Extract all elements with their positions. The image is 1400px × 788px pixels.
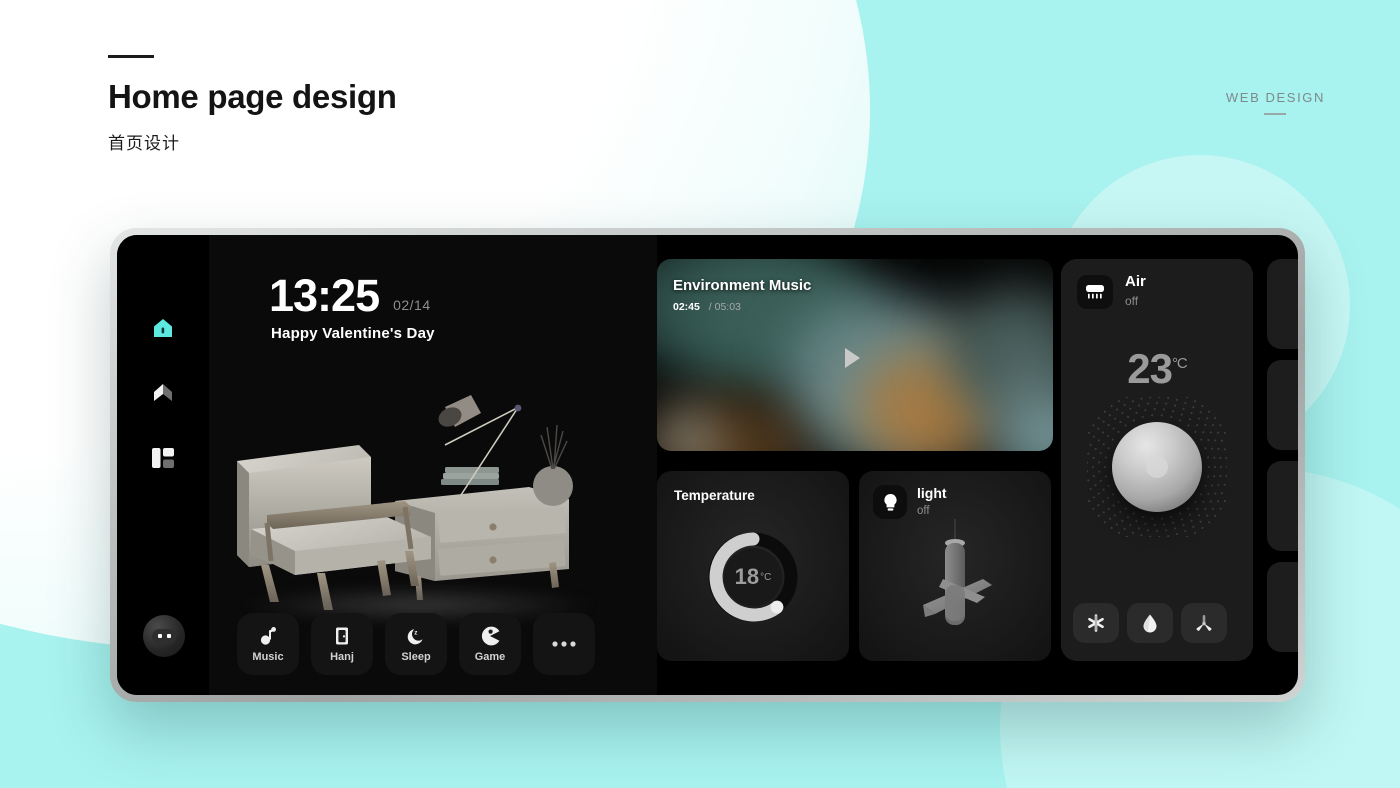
- air-mode-fan[interactable]: [1181, 603, 1227, 643]
- sidebar-nav: [117, 295, 209, 490]
- light-card[interactable]: light off: [859, 471, 1051, 661]
- dock-label: Hanj: [330, 650, 354, 663]
- greeting-text: Happy Valentine's Day: [271, 325, 435, 342]
- peek-card[interactable]: [1267, 461, 1298, 551]
- air-name: Air: [1125, 273, 1146, 290]
- dock-label: Game: [474, 650, 506, 663]
- air-knob-center: [1146, 456, 1168, 478]
- air-mode-dehumidify[interactable]: [1127, 603, 1173, 643]
- dock-item-more[interactable]: [533, 613, 595, 675]
- fan-icon: [1196, 615, 1212, 631]
- corner-label: WEB DESIGN: [1226, 90, 1325, 115]
- assistant-avatar-icon: [152, 628, 176, 644]
- tablet-device-frame: 13:25 02/14 Happy Valentine's Day Music …: [110, 228, 1305, 702]
- main-content: 13:25 02/14 Happy Valentine's Day Music …: [209, 235, 1298, 695]
- air-temperature-unit: °C: [1171, 355, 1188, 372]
- dock-label: Music: [252, 650, 284, 663]
- air-knob[interactable]: [1112, 422, 1202, 512]
- clock-row: 13:25 02/14: [269, 273, 431, 318]
- corner-label-dash: [1264, 113, 1287, 115]
- peek-card[interactable]: [1267, 562, 1298, 652]
- temperature-unit: °C: [760, 571, 772, 583]
- music-time: 02:45 / 05:03: [673, 301, 741, 313]
- room-scene-illustration: [209, 383, 657, 643]
- lower-cards-row: Temperature 18 °C light off: [657, 471, 1051, 661]
- page-header: Home page design 首页设计: [108, 55, 397, 154]
- temperature-value: 18: [734, 564, 760, 589]
- home-icon: [154, 318, 172, 337]
- temperature-dial[interactable]: 18 °C: [703, 527, 803, 627]
- peek-card[interactable]: [1267, 259, 1298, 349]
- light-icon-tile: [873, 485, 907, 519]
- air-mode-buttons: [1073, 603, 1227, 643]
- sidebar: [117, 235, 209, 695]
- assistant-eye-left: [157, 634, 162, 638]
- assistant-eye-right: [166, 634, 171, 638]
- more-dots-icon: [552, 641, 576, 647]
- music-note-icon: [260, 626, 276, 645]
- door-icon: [336, 627, 348, 644]
- sidebar-item-map[interactable]: [117, 360, 209, 425]
- air-knob-control[interactable]: [1087, 397, 1227, 537]
- dock-item-music[interactable]: Music: [237, 613, 299, 675]
- sidebar-item-dashboard[interactable]: [117, 425, 209, 490]
- snowflake-icon: [1088, 614, 1104, 632]
- page-title: Home page design: [108, 78, 397, 115]
- air-conditioner-card[interactable]: Air off 23°C: [1061, 259, 1253, 661]
- svg-text:z: z: [414, 629, 417, 636]
- map-icon: [154, 383, 172, 401]
- game-pacman-icon: [481, 626, 500, 645]
- air-temperature-wrap: 23°C: [1061, 345, 1253, 393]
- play-icon[interactable]: [845, 348, 860, 368]
- sidebar-item-home[interactable]: [117, 295, 209, 360]
- music-current-time: 02:45: [673, 301, 700, 313]
- music-section: Environment Music 02:45 / 05:03: [657, 259, 1053, 451]
- air-icon-tile: [1077, 275, 1113, 309]
- air-mode-cool[interactable]: [1073, 603, 1119, 643]
- moon-sleep-icon: z: [407, 628, 423, 644]
- temperature-value-wrap: 18 °C: [703, 527, 803, 627]
- app-dock: Music Hanj z Sleep Game: [237, 613, 595, 675]
- header-rule: [108, 55, 154, 58]
- dock-label: Sleep: [401, 650, 431, 663]
- dashboard-grid-icon: [152, 447, 174, 468]
- corner-label-text: WEB DESIGN: [1225, 90, 1325, 105]
- air-state: off: [1125, 294, 1139, 308]
- music-title: Environment Music: [673, 277, 812, 294]
- music-total-time: / 05:03: [708, 301, 741, 313]
- dock-item-hanj[interactable]: Hanj: [311, 613, 373, 675]
- hero-panel: 13:25 02/14 Happy Valentine's Day Music …: [209, 235, 657, 695]
- air-temperature-value: 23: [1127, 345, 1173, 392]
- light-state: off: [917, 505, 930, 517]
- clock-time: 13:25: [269, 270, 380, 321]
- dock-item-game[interactable]: Game: [459, 613, 521, 675]
- page-subtitle: 首页设计: [108, 133, 180, 153]
- environment-music-card[interactable]: Environment Music 02:45 / 05:03: [657, 259, 1053, 451]
- pendant-lamp-render: [923, 519, 992, 625]
- lightbulb-icon: [883, 493, 897, 511]
- light-name: light: [917, 485, 947, 501]
- clock-date: 02/14: [393, 297, 431, 313]
- device-screen: 13:25 02/14 Happy Valentine's Day Music …: [117, 235, 1298, 695]
- temperature-card[interactable]: Temperature 18 °C: [657, 471, 849, 661]
- air-conditioner-icon: [1086, 285, 1104, 299]
- water-drop-icon: [1143, 614, 1157, 633]
- assistant-button[interactable]: [143, 615, 185, 657]
- peek-card[interactable]: [1267, 360, 1298, 450]
- offscreen-card-stack: [1267, 259, 1298, 663]
- temperature-title: Temperature: [674, 488, 755, 503]
- dock-item-sleep[interactable]: z Sleep: [385, 613, 447, 675]
